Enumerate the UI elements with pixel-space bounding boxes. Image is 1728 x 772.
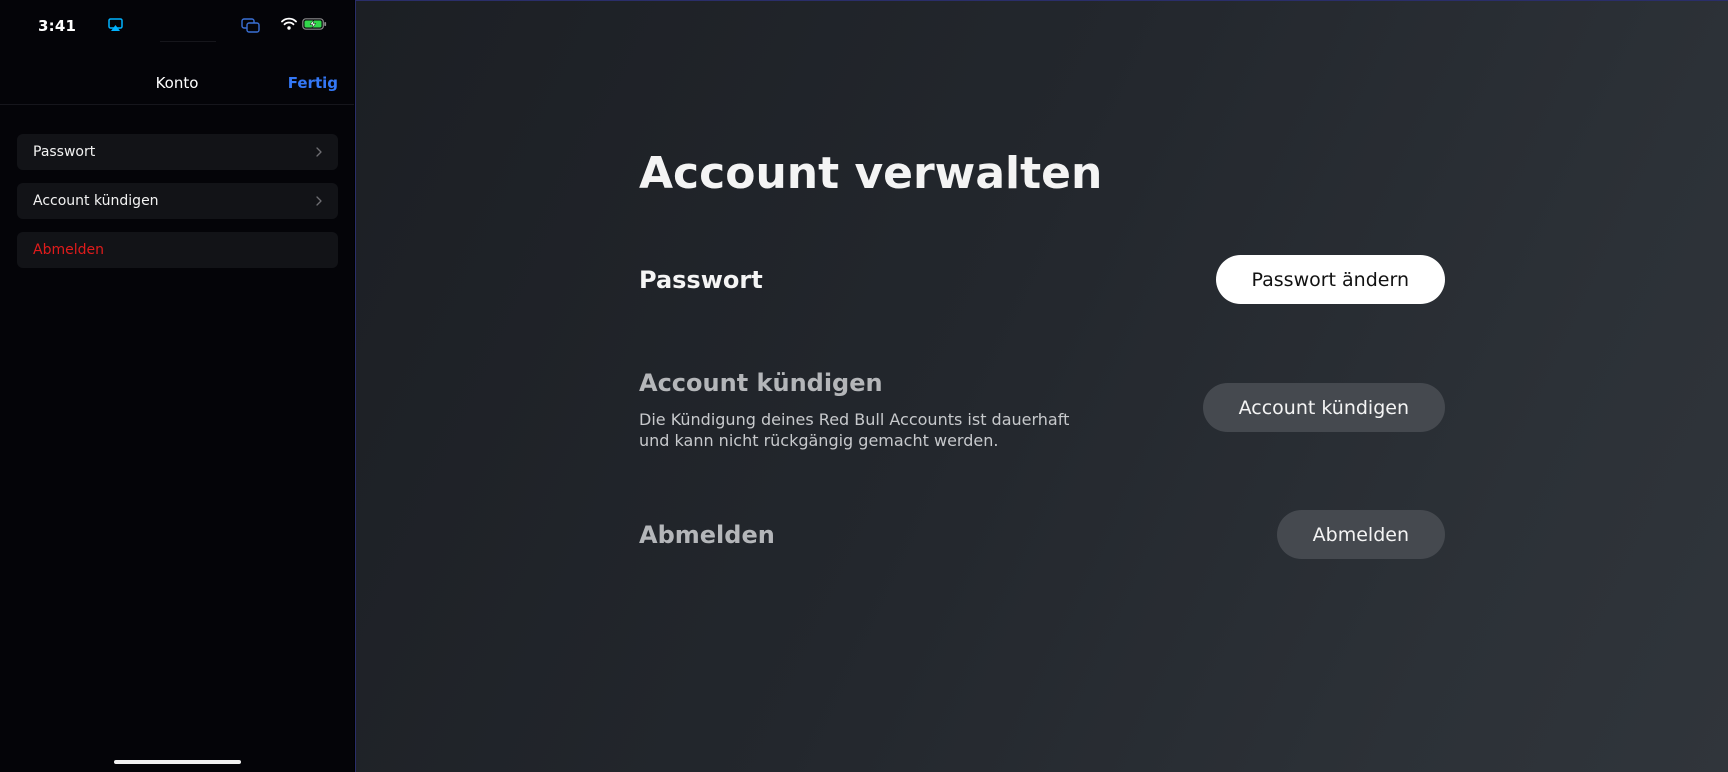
nav-separator bbox=[0, 104, 354, 105]
status-bar: 3:41 bbox=[0, 0, 354, 50]
status-time: 3:41 bbox=[38, 17, 77, 35]
battery-charging-icon bbox=[302, 18, 327, 30]
menu-item-label: Account kündigen bbox=[33, 193, 159, 209]
chevron-right-icon bbox=[316, 196, 322, 206]
menu-item-cancel-account[interactable]: Account kündigen bbox=[17, 183, 338, 219]
chevron-right-icon bbox=[316, 147, 322, 157]
menu-item-label: Abmelden bbox=[33, 242, 104, 258]
screen-root: 3:41 Konto Fertig Passwort Account kündi… bbox=[0, 0, 1728, 772]
airplay-icon bbox=[108, 18, 123, 31]
section-title: Abmelden bbox=[639, 521, 775, 549]
page-title: Account verwalten bbox=[639, 148, 1103, 199]
menu-item-label: Passwort bbox=[33, 144, 96, 160]
section-title: Passwort bbox=[639, 266, 763, 294]
done-button[interactable]: Fertig bbox=[288, 74, 338, 92]
logout-button[interactable]: Abmelden bbox=[1276, 510, 1445, 559]
menu-item-password[interactable]: Passwort bbox=[17, 134, 338, 170]
status-divider bbox=[160, 41, 216, 42]
cancel-account-button[interactable]: Account kündigen bbox=[1202, 383, 1445, 432]
home-indicator bbox=[114, 760, 241, 764]
section-description: Die Kündigung deines Red Bull Accounts i… bbox=[639, 410, 1070, 450]
screen-mirroring-icon bbox=[241, 18, 260, 33]
change-password-button[interactable]: Passwort ändern bbox=[1215, 255, 1445, 304]
wifi-icon bbox=[281, 17, 297, 30]
menu-item-logout[interactable]: Abmelden bbox=[17, 232, 338, 268]
section-title: Account kündigen bbox=[639, 369, 883, 397]
account-management-panel: Account verwalten Passwort Passwort ände… bbox=[355, 0, 1728, 772]
phone-panel: 3:41 Konto Fertig Passwort Account kündi… bbox=[0, 0, 354, 772]
account-menu-list: Passwort Account kündigen Abmelden bbox=[17, 134, 338, 281]
nav-bar: Konto Fertig bbox=[0, 62, 354, 104]
